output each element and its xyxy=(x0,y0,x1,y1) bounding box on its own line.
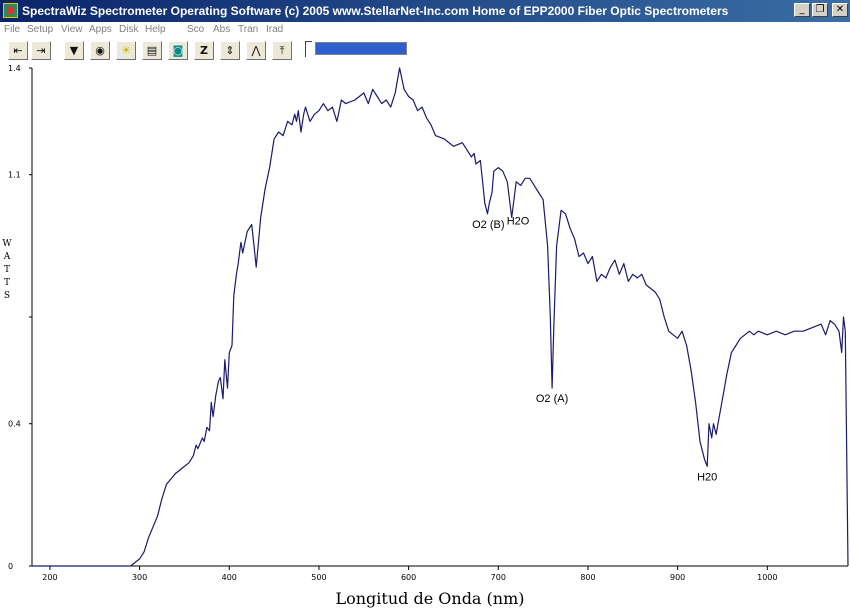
peak-button[interactable]: ⋀ xyxy=(246,41,266,60)
scale-y-icon: ⇕ xyxy=(225,44,235,57)
menu-file[interactable]: File xyxy=(4,24,20,35)
menu-bar: File Setup View Apps Disk Help Sco Abs T… xyxy=(0,22,850,38)
light-reference-icon: ☀ xyxy=(121,44,131,57)
x-axis-label: Longitud de Onda (nm) xyxy=(335,589,525,608)
save-spectrum-button[interactable]: ▼ xyxy=(64,41,84,60)
title-bar: SpectraWiz Spectrometer Operating Softwa… xyxy=(0,0,850,22)
y-axis-label-letter: T xyxy=(3,265,10,275)
window-title: SpectraWiz Spectrometer Operating Softwa… xyxy=(22,4,729,18)
save-spectrum-icon: ▼ xyxy=(69,44,79,57)
peak-icon: ⋀ xyxy=(251,44,261,57)
y-axis-label-letter: S xyxy=(3,291,11,301)
menu-help[interactable]: Help xyxy=(145,24,166,35)
scroll-right-button[interactable]: ⇥ xyxy=(31,41,51,60)
x-tick-label: 800 xyxy=(580,573,595,582)
x-tick-label: 1000 xyxy=(757,573,777,582)
maximize-button[interactable]: ❐ xyxy=(812,3,828,17)
zoom-button[interactable]: Z xyxy=(194,41,214,60)
y-tick-label: 1.4 xyxy=(8,64,21,73)
x-tick-label: 700 xyxy=(491,573,506,582)
x-tick-label: 300 xyxy=(132,573,147,582)
peak-annotation: H2O xyxy=(507,215,530,227)
x-tick-label: 200 xyxy=(42,573,57,582)
scroll-left-icon: ⇤ xyxy=(13,44,23,57)
y-tick-label: 0 xyxy=(8,562,13,571)
spectrum-line xyxy=(32,67,849,567)
print-button[interactable]: ▤ xyxy=(142,41,162,60)
autoscale-icon: ⤒ xyxy=(279,44,285,57)
y-axis-label: WATTS xyxy=(2,238,12,303)
x-tick-label: 500 xyxy=(311,573,326,582)
scroll-right-icon: ⇥ xyxy=(36,44,46,57)
peak-annotation: O2 (B) xyxy=(472,219,504,231)
capture-button[interactable]: ◙ xyxy=(168,41,188,60)
peak-annotation: H20 xyxy=(697,471,717,483)
dark-reference-button[interactable]: ◉ xyxy=(90,41,110,60)
progress-fill xyxy=(316,43,406,54)
y-tick-label: 0.4 xyxy=(8,420,21,429)
dark-reference-icon: ◉ xyxy=(95,44,105,57)
menu-view[interactable]: View xyxy=(61,24,83,35)
zoom-icon: Z xyxy=(200,44,208,57)
toolbar: ⇤ ⇥ ▼ ◉ ☀ ▤ ◙ Z ⇕ ⋀ ⤒ xyxy=(0,38,850,62)
close-button[interactable]: ✕ xyxy=(832,3,848,17)
x-tick-label: 600 xyxy=(401,573,416,582)
peak-annotation: O2 (A) xyxy=(536,393,568,405)
y-axis-label-letter: A xyxy=(3,252,11,262)
scale-y-button[interactable]: ⇕ xyxy=(220,41,240,60)
y-axis-label-letter: T xyxy=(3,278,10,288)
menu-irad[interactable]: Irad xyxy=(266,24,283,35)
menu-disk[interactable]: Disk xyxy=(119,24,138,35)
menu-setup[interactable]: Setup xyxy=(27,24,53,35)
scroll-left-button[interactable]: ⇤ xyxy=(8,41,28,60)
integration-slider-thumb[interactable] xyxy=(305,41,312,57)
x-tick-label: 900 xyxy=(670,573,685,582)
spectrum-plot[interactable]: 0 0.4 1.1 1.4 200 300 400 500 600 700 800 900 1000 O2… xyxy=(0,62,850,587)
x-tick-label: 400 xyxy=(222,573,237,582)
capture-icon: ◙ xyxy=(172,44,184,57)
print-icon: ▤ xyxy=(146,44,158,57)
menu-tran[interactable]: Tran xyxy=(238,24,258,35)
menu-abs[interactable]: Abs xyxy=(213,24,230,35)
light-reference-button[interactable]: ☀ xyxy=(116,41,136,60)
minimize-button[interactable]: _ xyxy=(794,3,810,17)
menu-sco[interactable]: Sco xyxy=(187,24,204,35)
app-logo-icon xyxy=(3,3,18,18)
y-axis-label-letter: W xyxy=(2,239,12,249)
y-tick-label: 1.1 xyxy=(8,171,21,180)
acquisition-progress-bar xyxy=(315,42,407,55)
menu-apps[interactable]: Apps xyxy=(89,24,112,35)
autoscale-button[interactable]: ⤒ xyxy=(272,41,292,60)
